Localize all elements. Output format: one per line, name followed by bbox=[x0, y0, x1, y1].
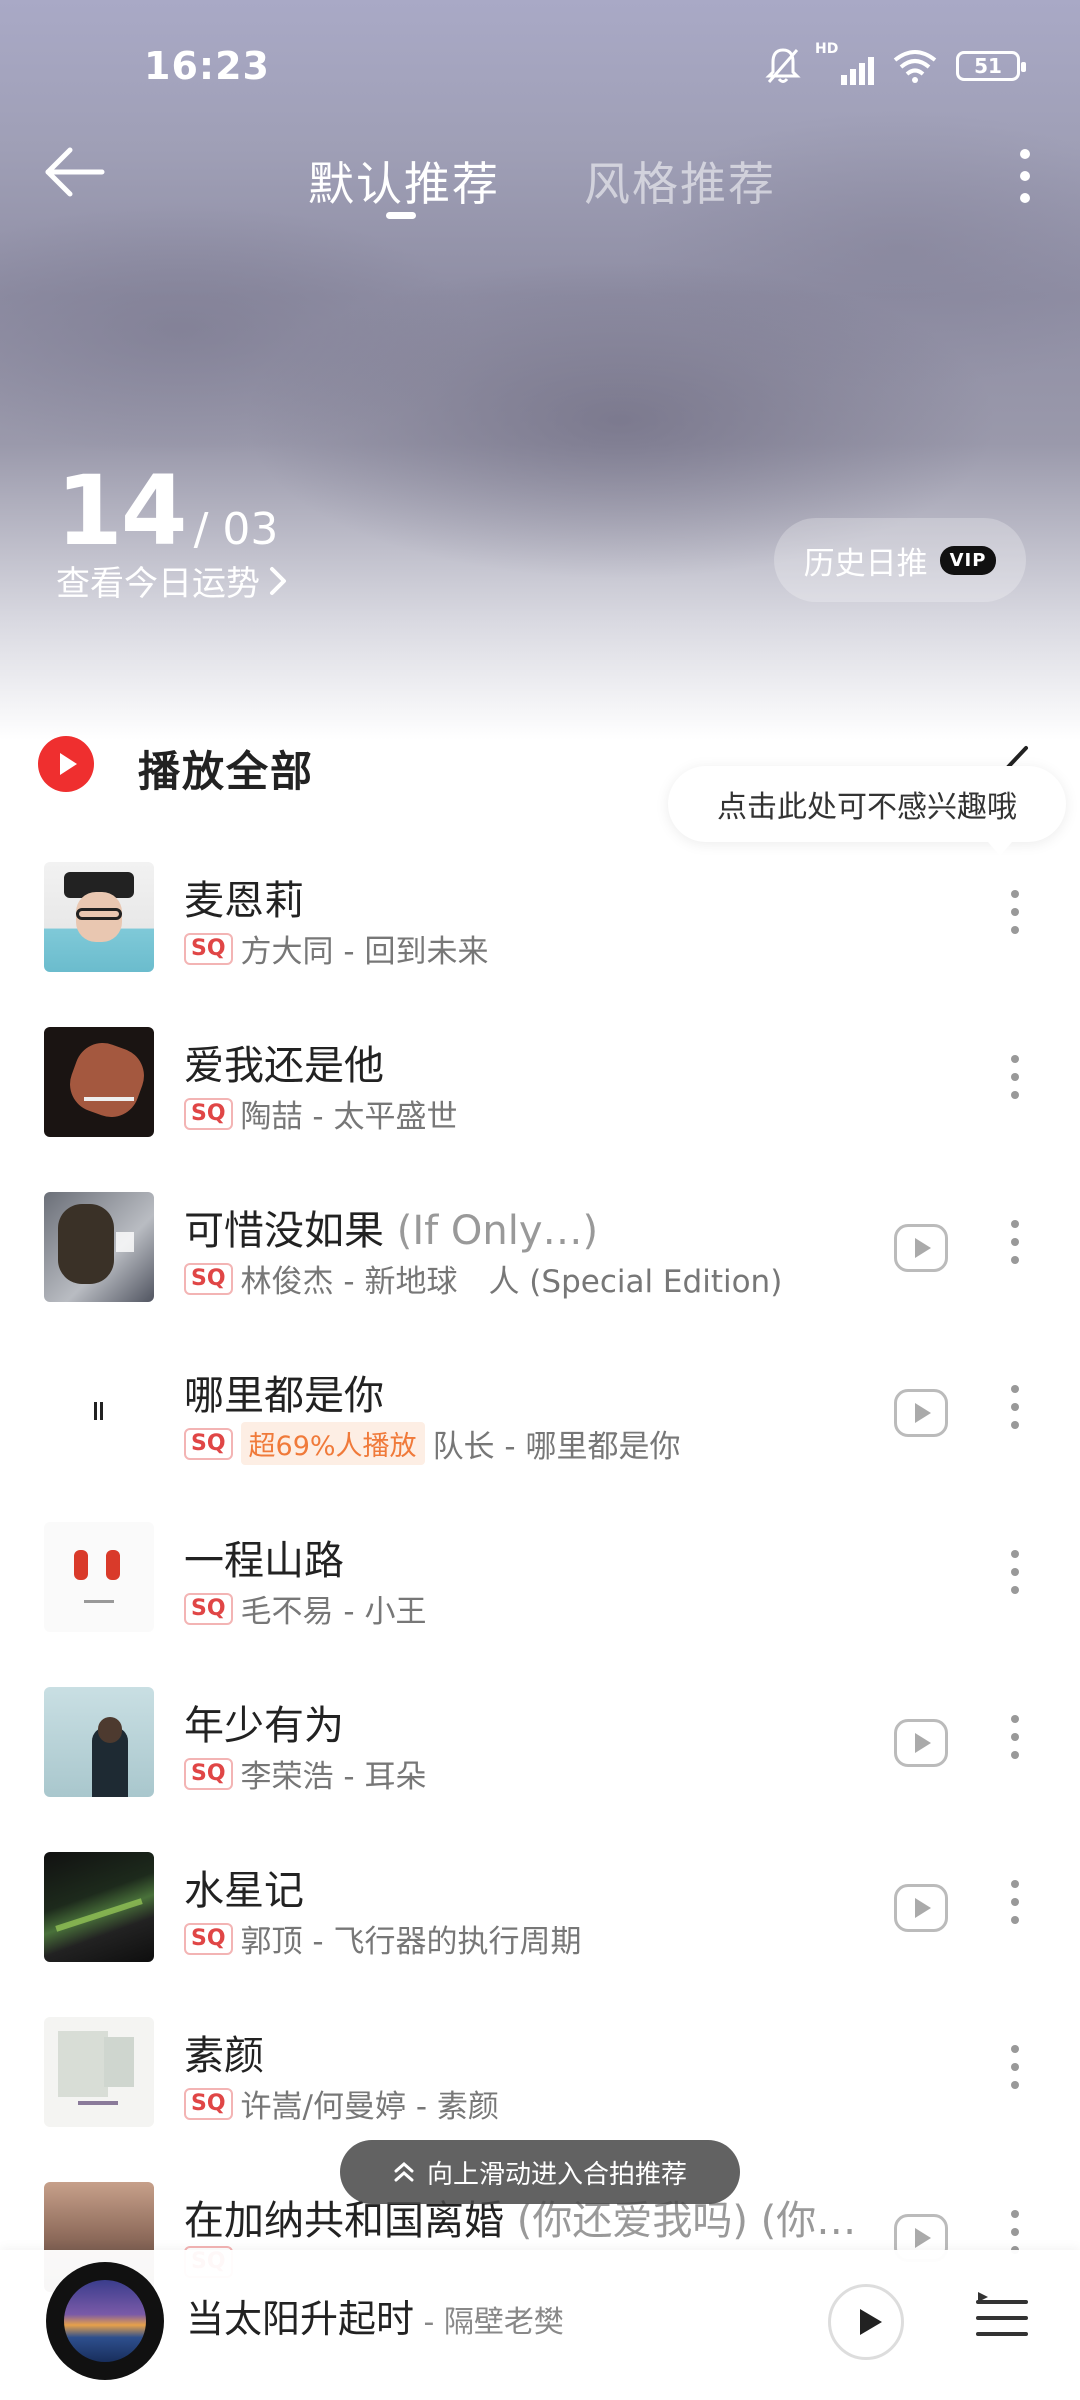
mv-play-icon[interactable] bbox=[894, 1224, 948, 1272]
song-title: 一程山路 bbox=[184, 1538, 344, 1584]
sq-badge: SQ bbox=[184, 2087, 233, 2120]
song-row[interactable]: 水星记 SQ 郭顶 - 飞行器的执行周期 bbox=[0, 1828, 1080, 1993]
song-meta: SQ 李荣浩 - 耳朵 bbox=[184, 1751, 426, 1796]
artist-album: 林俊杰 - 新地球 人 (Special Edition) bbox=[240, 1264, 783, 1300]
swipe-up-toast[interactable]: 向上滑动进入合拍推荐 bbox=[340, 2140, 740, 2204]
song-more-icon[interactable] bbox=[1000, 2045, 1030, 2101]
mv-play-icon[interactable] bbox=[894, 1719, 948, 1767]
song-row[interactable]: 可惜没如果 (If Only…) SQ 林俊杰 - 新地球 人 (Special… bbox=[0, 1168, 1080, 1333]
sq-badge: SQ bbox=[184, 1757, 233, 1790]
date-month: / 03 bbox=[193, 504, 279, 555]
sq-badge: SQ bbox=[184, 1097, 233, 1130]
history-label: 历史日推 bbox=[803, 545, 928, 582]
top-bar: 默认推荐 风格推荐 bbox=[0, 120, 1080, 230]
artist-album: 郭顶 - 飞行器的执行周期 bbox=[240, 1924, 582, 1960]
sq-badge: SQ bbox=[184, 1592, 233, 1625]
song-more-icon[interactable] bbox=[1000, 1385, 1030, 1441]
song-more-icon[interactable] bbox=[1000, 1220, 1030, 1276]
artist-album: 陶喆 - 太平盛世 bbox=[240, 1099, 458, 1135]
now-playing-artist: - 隔壁老樊 bbox=[414, 2305, 564, 2340]
song-meta: SQ 毛不易 - 小王 bbox=[184, 1586, 426, 1631]
song-more-icon[interactable] bbox=[1000, 1880, 1030, 1936]
album-cover bbox=[44, 862, 154, 972]
now-playing-info[interactable]: 当太阳升起时 - 隔壁老樊 bbox=[186, 2288, 564, 2343]
sq-badge: SQ bbox=[184, 1262, 233, 1295]
battery-icon: 51 bbox=[956, 51, 1026, 81]
wifi-icon bbox=[893, 50, 937, 83]
network-label: HD bbox=[815, 41, 839, 57]
album-cover bbox=[44, 1687, 154, 1797]
song-title: 哪里都是你 bbox=[184, 1373, 384, 1419]
song-title: 麦恩莉 bbox=[184, 878, 304, 924]
today-fortune-link[interactable]: 查看今日运势 bbox=[56, 556, 288, 605]
song-title: 水星记 bbox=[184, 1868, 304, 1914]
song-row[interactable]: 素颜 SQ 许嵩/何曼婷 - 素颜 bbox=[0, 1993, 1080, 2158]
history-daily-button[interactable]: 历史日推 VIP bbox=[774, 518, 1026, 602]
mute-bell-icon bbox=[765, 48, 801, 83]
chevron-right-icon bbox=[270, 566, 286, 595]
mv-play-icon[interactable] bbox=[894, 1389, 948, 1437]
fortune-label: 查看今日运势 bbox=[56, 564, 260, 604]
date-display: 14/ 03 bbox=[56, 455, 278, 567]
playlist-icon[interactable] bbox=[974, 2288, 1030, 2348]
artist-album: 方大同 - 回到未来 bbox=[240, 934, 489, 970]
double-chevron-up-icon bbox=[394, 2162, 414, 2182]
song-meta: SQ 林俊杰 - 新地球 人 (Special Edition) bbox=[184, 1256, 782, 1301]
cell-signal-icon: HD bbox=[815, 41, 874, 85]
status-icons: HD 51 bbox=[765, 41, 1026, 86]
song-title: 年少有为 bbox=[184, 1703, 344, 1749]
artist-album: 李荣浩 - 耳朵 bbox=[240, 1759, 427, 1795]
sq-badge: SQ bbox=[184, 1427, 233, 1460]
song-meta: SQ 陶喆 - 太平盛世 bbox=[184, 1091, 457, 1136]
vip-badge: VIP bbox=[939, 545, 997, 575]
album-cover bbox=[44, 2017, 154, 2127]
song-meta: SQ 许嵩/何曼婷 - 素颜 bbox=[184, 2081, 499, 2126]
status-bar: 16:23 HD 51 bbox=[0, 0, 1080, 140]
song-title: 爱我还是他 bbox=[184, 1043, 384, 1089]
song-title: 可惜没如果 (If Only…) bbox=[184, 1208, 599, 1254]
mv-play-icon[interactable] bbox=[894, 1884, 948, 1932]
artist-album: 许嵩/何曼婷 - 素颜 bbox=[240, 2089, 499, 2125]
sq-badge: SQ bbox=[184, 1922, 233, 1955]
now-playing-cover[interactable] bbox=[46, 2262, 164, 2380]
song-row[interactable]: 一程山路 SQ 毛不易 - 小王 bbox=[0, 1498, 1080, 1663]
song-meta: SQ 方大同 - 回到未来 bbox=[184, 926, 488, 971]
album-cover bbox=[44, 1192, 154, 1302]
status-time: 16:23 bbox=[144, 44, 270, 88]
song-more-icon[interactable] bbox=[1000, 1550, 1030, 1606]
tooltip-text: 点击此处可不感兴趣哦 bbox=[717, 790, 1017, 825]
play-all-icon[interactable] bbox=[38, 736, 94, 792]
song-row[interactable]: 爱我还是他 SQ 陶喆 - 太平盛世 bbox=[0, 1003, 1080, 1168]
mini-player[interactable]: 当太阳升起时 - 隔壁老樊 bbox=[0, 2250, 1080, 2400]
song-more-icon[interactable] bbox=[1000, 1715, 1030, 1771]
more-options-icon[interactable] bbox=[1010, 146, 1040, 206]
album-cover bbox=[44, 1357, 154, 1467]
song-row[interactable]: 年少有为 SQ 李荣浩 - 耳朵 bbox=[0, 1663, 1080, 1828]
toast-text: 向上滑动进入合拍推荐 bbox=[426, 2159, 687, 2190]
song-row[interactable]: 哪里都是你 SQ 超69%人播放 队长 - 哪里都是你 bbox=[0, 1333, 1080, 1498]
sq-badge: SQ bbox=[184, 932, 233, 965]
tab-style-recommend[interactable]: 风格推荐 bbox=[584, 148, 776, 214]
hot-badge: 超69%人播放 bbox=[240, 1422, 425, 1465]
battery-level: 51 bbox=[974, 54, 1002, 78]
not-interested-tooltip[interactable]: 点击此处可不感兴趣哦 bbox=[668, 766, 1066, 856]
back-arrow-icon[interactable] bbox=[40, 142, 110, 202]
song-title: 素颜 bbox=[184, 2033, 264, 2079]
artist-album: 毛不易 - 小王 bbox=[240, 1594, 427, 1630]
date-day: 14 bbox=[56, 455, 188, 567]
album-cover bbox=[44, 1522, 154, 1632]
song-meta: SQ 超69%人播放 队长 - 哪里都是你 bbox=[184, 1421, 680, 1466]
tab-default-recommend[interactable]: 默认推荐 bbox=[308, 148, 500, 214]
song-row[interactable]: 麦恩莉 SQ 方大同 - 回到未来 bbox=[0, 838, 1080, 1003]
artist-album: 队长 - 哪里都是你 bbox=[432, 1429, 681, 1465]
active-tab-indicator bbox=[386, 212, 416, 219]
album-cover bbox=[44, 1852, 154, 1962]
play-pause-button[interactable] bbox=[828, 2284, 904, 2360]
song-more-icon[interactable] bbox=[1000, 890, 1030, 946]
song-meta: SQ 郭顶 - 飞行器的执行周期 bbox=[184, 1916, 581, 1961]
album-cover bbox=[44, 1027, 154, 1137]
song-more-icon[interactable] bbox=[1000, 1055, 1030, 1111]
now-playing-title: 当太阳升起时 bbox=[186, 2297, 415, 2341]
play-all-label: 播放全部 bbox=[138, 747, 315, 796]
